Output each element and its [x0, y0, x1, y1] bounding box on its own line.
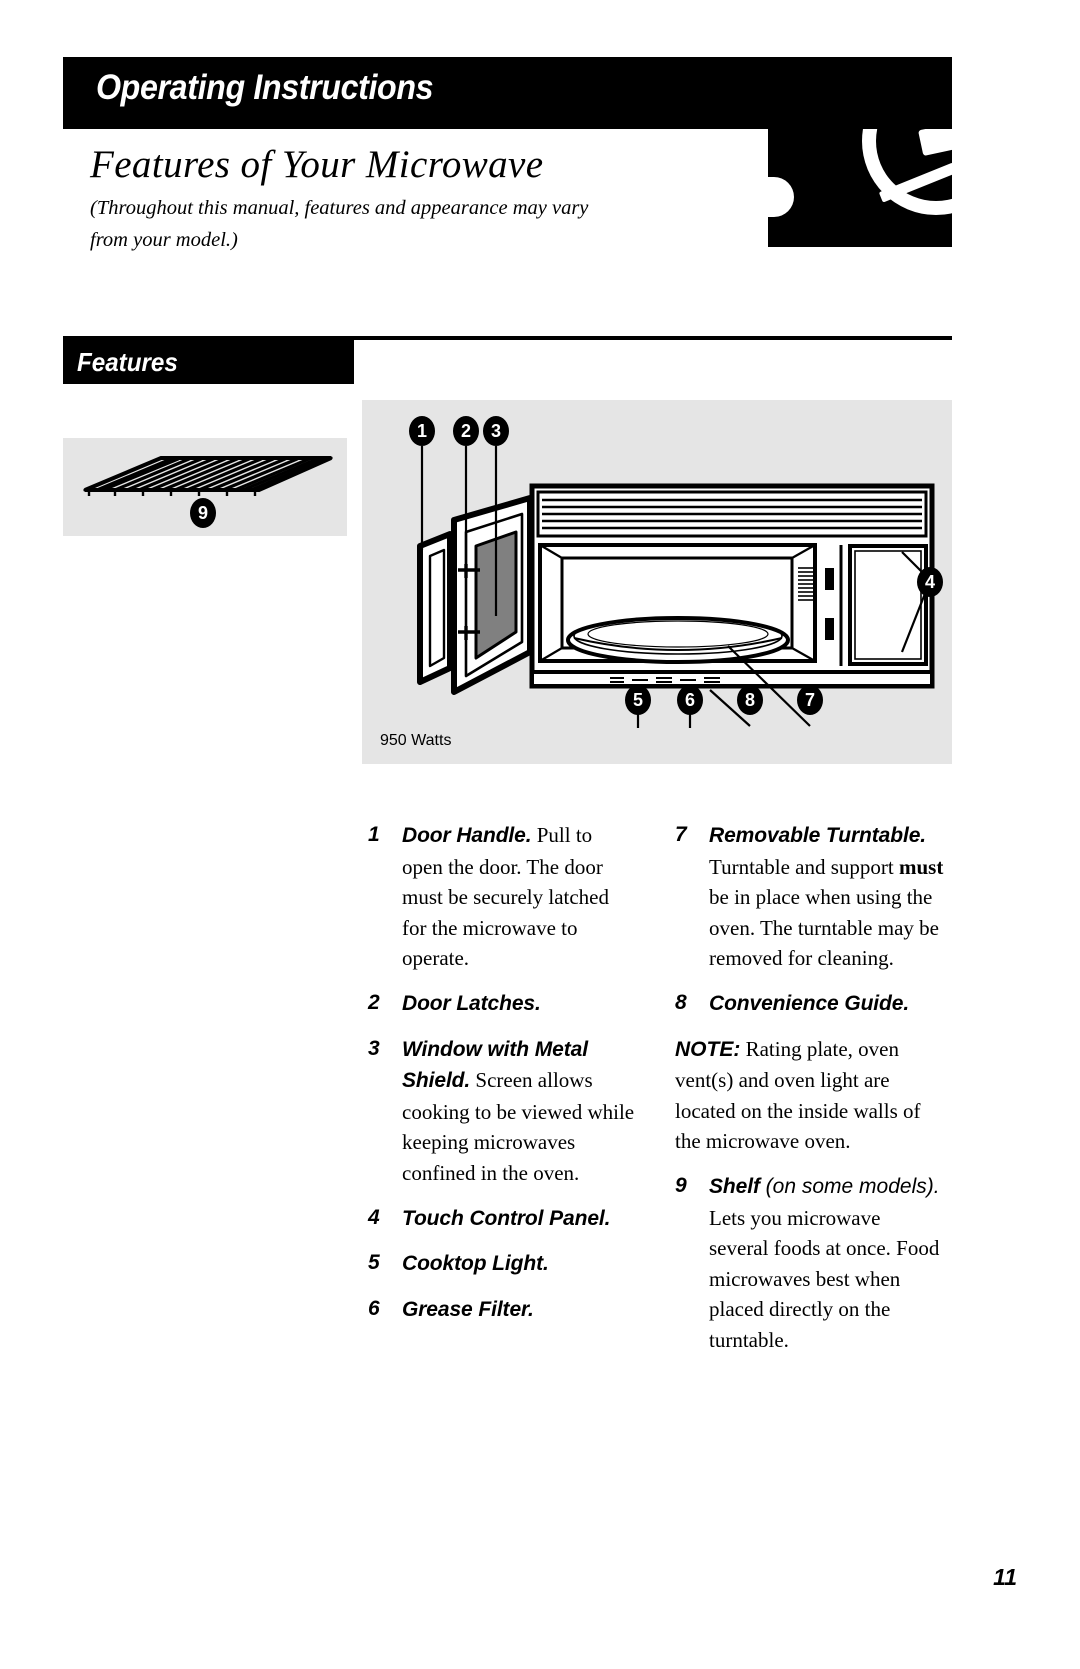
feature-title-qualifier: (on some models). — [759, 1174, 940, 1198]
feature-item-1: 1 Door Handle. Pull to open the door. Th… — [368, 820, 638, 974]
section-tab-features: Features — [63, 340, 354, 384]
dial-dot-icon — [768, 177, 794, 217]
feature-number: 7 — [675, 823, 687, 846]
wattage-label: 950 Watts — [380, 732, 452, 749]
feature-number: 6 — [368, 1296, 380, 1320]
feature-text: Door Latches. — [402, 988, 638, 1020]
feature-list-right-column: 7 Removable Turntable. Turntable and sup… — [675, 820, 945, 1370]
feature-title: Shelf — [709, 1174, 760, 1198]
feature-title: Grease Filter. — [402, 1297, 534, 1321]
callout-bullet-4: 4 — [917, 567, 943, 597]
feature-title: Cooktop Light. — [402, 1252, 549, 1276]
callout-bullet-1: 1 — [409, 416, 435, 446]
feature-description-post: be in place when using the oven. The tur… — [709, 885, 939, 971]
operating-instructions-banner: Operating Instructions — [63, 57, 952, 129]
microwave-illustration-panel: 1 2 3 4 5 6 8 7 950 Watts — [362, 400, 952, 764]
feature-description: Lets you microwave several foods at once… — [709, 1205, 940, 1352]
feature-text: Shelf (on some models). Lets you microwa… — [709, 1171, 945, 1356]
callout-bullet-9: 9 — [190, 498, 216, 528]
feature-number: 2 — [368, 990, 380, 1014]
note-label: NOTE: — [675, 1037, 741, 1061]
banner-title: Operating Instructions — [96, 68, 434, 107]
note-block: NOTE: Rating plate, oven vent(s) and ove… — [675, 1034, 945, 1157]
feature-description-emphasis: must — [898, 854, 944, 879]
feature-number: 5 — [368, 1251, 380, 1275]
feature-text: Grease Filter. — [402, 1294, 638, 1326]
microwave-oven-drawing — [417, 446, 935, 728]
feature-text: Touch Control Panel. — [402, 1203, 638, 1235]
feature-item-7: 7 Removable Turntable. Turntable and sup… — [675, 820, 945, 974]
callout-bullet-6: 6 — [677, 685, 703, 715]
feature-list-left-column: 1 Door Handle. Pull to open the door. Th… — [368, 820, 638, 1339]
manual-page: Operating Instructions Features of Your … — [0, 0, 1080, 1669]
feature-item-4: 4 Touch Control Panel. — [368, 1203, 638, 1235]
feature-number: 9 — [675, 1173, 687, 1197]
shelf-illustration-panel: 9 — [63, 438, 347, 536]
page-subtitle: (Throughout this manual, features and ap… — [90, 197, 589, 251]
microwave-dial-graphic — [768, 129, 952, 247]
feature-title: Convenience Guide. — [709, 991, 910, 1015]
callout-bullet-7: 7 — [797, 685, 823, 715]
feature-text: Window with Metal Shield. Screen allows … — [402, 1034, 638, 1189]
callout-bullet-3: 3 — [483, 416, 509, 446]
callout-bullet-8: 8 — [737, 685, 763, 715]
feature-item-2: 2 Door Latches. — [368, 988, 638, 1020]
feature-number: 8 — [675, 990, 687, 1014]
feature-title: Door Latches. — [402, 991, 541, 1015]
feature-item-5: 5 Cooktop Light. — [368, 1248, 638, 1280]
feature-title: Touch Control Panel. — [402, 1206, 611, 1230]
feature-text: Convenience Guide. — [709, 988, 945, 1020]
feature-text: Cooktop Light. — [402, 1248, 638, 1280]
callout-bullet-2: 2 — [453, 416, 479, 446]
feature-description-pre: Turntable and support — [709, 854, 899, 879]
feature-item-3: 3 Window with Metal Shield. Screen allow… — [368, 1034, 638, 1189]
section-tab-label: Features — [77, 347, 178, 377]
feature-title: Door Handle. — [402, 824, 532, 847]
page-title: Features of Your Microwave — [90, 143, 544, 186]
page-number: 11 — [993, 1564, 1017, 1590]
feature-text: Door Handle. Pull to open the door. The … — [402, 820, 638, 974]
feature-number: 3 — [368, 1036, 380, 1060]
feature-title: Removable Turntable. — [709, 824, 927, 847]
feature-text: Removable Turntable. Turntable and suppo… — [709, 820, 945, 974]
feature-number: 1 — [368, 823, 380, 846]
feature-item-9: 9 Shelf (on some models). Lets you micro… — [675, 1171, 945, 1356]
callout-bullet-5: 5 — [625, 685, 651, 715]
feature-item-6: 6 Grease Filter. — [368, 1294, 638, 1326]
feature-item-8: 8 Convenience Guide. — [675, 988, 945, 1020]
feature-number: 4 — [368, 1205, 380, 1229]
